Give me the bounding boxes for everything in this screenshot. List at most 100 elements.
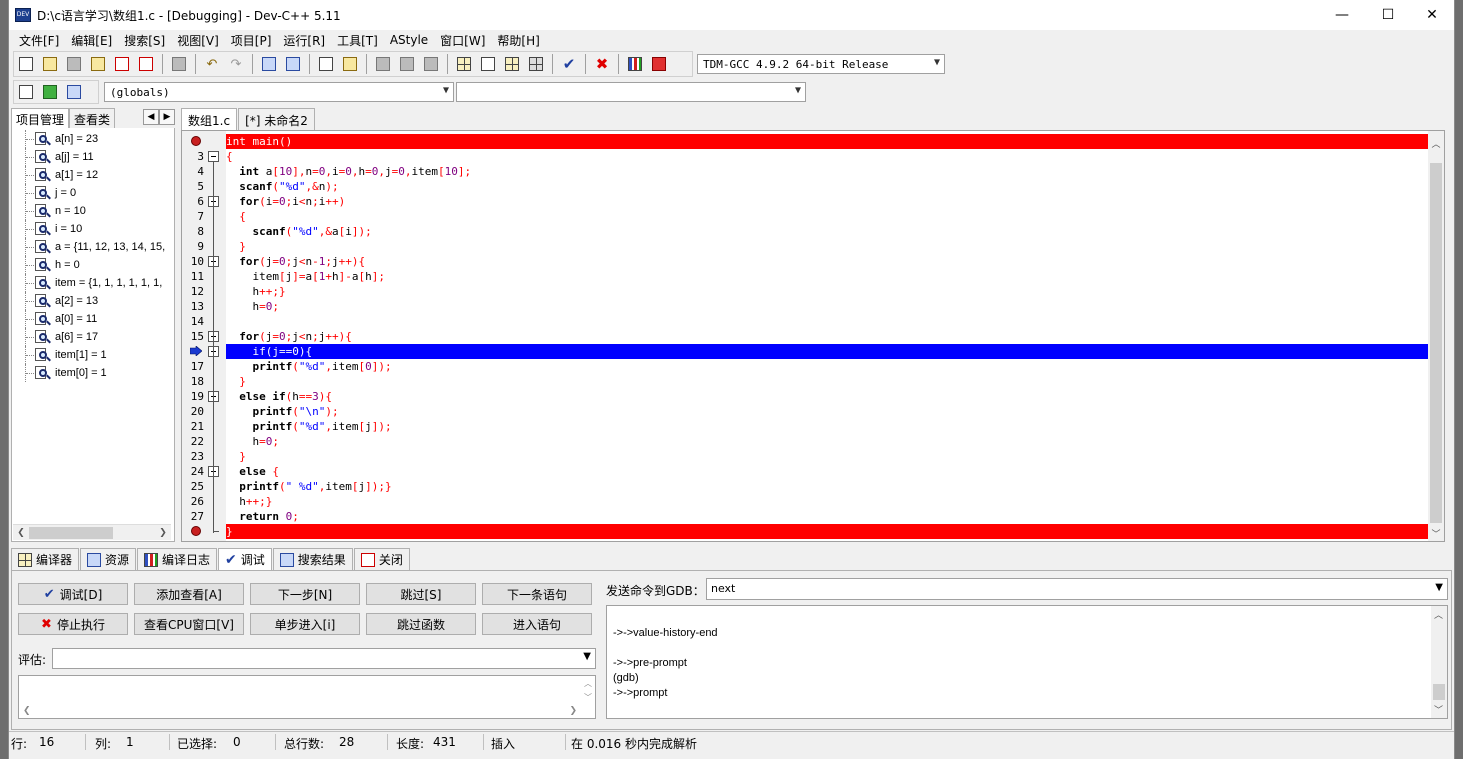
watch-item[interactable]: item[1] = 1 <box>13 346 171 364</box>
scope-select[interactable]: (globals) ▼ <box>104 82 454 102</box>
skip-function-button[interactable]: 跳过函数 <box>366 613 476 635</box>
tab-scroll-right-button[interactable]: ▶ <box>159 109 175 125</box>
code-line[interactable]: printf("\n"); <box>226 404 1428 419</box>
remove-from-project-button[interactable] <box>396 53 418 75</box>
step-into-instruction-button[interactable]: 进入语句 <box>482 613 592 635</box>
next-step-button[interactable]: 下一步[N] <box>250 583 360 605</box>
code-line[interactable]: h=0; <box>226 434 1428 449</box>
code-line[interactable]: } <box>226 524 1428 539</box>
watch-item[interactable]: a = {11, 12, 13, 14, 15, <box>13 238 171 256</box>
watch-item[interactable]: j = 0 <box>13 184 171 202</box>
tab-compiler[interactable]: 编译器 <box>11 548 80 570</box>
gdb-output-scrollbar[interactable]: ︿ ﹀ <box>1431 606 1447 718</box>
code-line[interactable]: } <box>226 449 1428 464</box>
scroll-thumb[interactable] <box>1430 163 1442 523</box>
scroll-down-arrow-icon[interactable]: ﹀ <box>1428 525 1444 541</box>
menu-search[interactable]: 搜索[S] <box>118 32 171 49</box>
code-line[interactable]: for(i=0;i<n;i++) <box>226 194 1428 209</box>
code-line[interactable]: printf("%d",item[0]); <box>226 359 1428 374</box>
step-into-button[interactable]: 单步进入[i] <box>250 613 360 635</box>
code-line[interactable]: h++;} <box>226 494 1428 509</box>
menu-project[interactable]: 项目[P] <box>225 32 278 49</box>
code-line[interactable]: h=0; <box>226 299 1428 314</box>
watch-item[interactable]: n = 10 <box>13 202 171 220</box>
menu-run[interactable]: 运行[R] <box>277 32 331 49</box>
menu-edit[interactable]: 编辑[E] <box>65 32 118 49</box>
run-button[interactable] <box>477 53 499 75</box>
scroll-up-arrow-icon[interactable]: ︿ <box>1428 135 1444 151</box>
code-line[interactable]: } <box>226 239 1428 254</box>
code-line[interactable]: printf("%d",item[j]); <box>226 419 1428 434</box>
code-line[interactable]: for(j=0;j<n-1;j++){ <box>226 254 1428 269</box>
code-line[interactable]: { <box>226 209 1428 224</box>
scroll-thumb[interactable] <box>1433 684 1445 700</box>
tab-compile-log[interactable]: 编译日志 <box>137 548 218 570</box>
breakpoint-icon[interactable] <box>191 526 201 536</box>
save-all-button[interactable] <box>87 53 109 75</box>
insert-button[interactable] <box>15 81 37 103</box>
tab-search-results[interactable]: 搜索结果 <box>272 548 353 570</box>
save-button[interactable] <box>63 53 85 75</box>
code-line[interactable]: { <box>226 149 1428 164</box>
tab-resources[interactable]: 资源 <box>80 548 137 570</box>
code-line[interactable]: scanf("%d",&a[i]); <box>226 224 1428 239</box>
syntax-check-button[interactable]: ✔ <box>558 53 580 75</box>
rebuild-all-button[interactable] <box>525 53 547 75</box>
replace-button[interactable] <box>282 53 304 75</box>
menu-view[interactable]: 视图[V] <box>171 32 225 49</box>
code-line[interactable] <box>226 314 1428 329</box>
watch-item[interactable]: a[0] = 11 <box>13 310 171 328</box>
open-file-button[interactable] <box>39 53 61 75</box>
continue-button[interactable]: 跳过[S] <box>366 583 476 605</box>
fold-toggle-icon[interactable] <box>208 151 219 162</box>
minimize-button[interactable]: — <box>1319 0 1365 30</box>
stop-execution-button[interactable]: ✖ <box>591 53 613 75</box>
project-options-button[interactable] <box>420 53 442 75</box>
gdb-command-input[interactable]: next ▼ <box>706 578 1448 600</box>
scroll-up-arrow-icon[interactable]: ︿ <box>584 678 592 689</box>
tab-scroll-left-button[interactable]: ◀ <box>143 109 159 125</box>
code-line[interactable]: printf(" %d",item[j]);} <box>226 479 1428 494</box>
add-to-project-button[interactable] <box>372 53 394 75</box>
menu-window[interactable]: 窗口[W] <box>434 32 491 49</box>
profile-button[interactable] <box>624 53 646 75</box>
compiler-select[interactable]: TDM-GCC 4.9.2 64-bit Release ▼ <box>697 54 945 74</box>
tab-close[interactable]: 关闭 <box>353 548 410 570</box>
evaluate-input[interactable]: ▼ <box>52 648 596 669</box>
tab-file-array1[interactable]: 数组1.c <box>181 108 238 130</box>
toggle-bookmark-button[interactable] <box>39 81 61 103</box>
watch-item[interactable]: item = {1, 1, 1, 1, 1, 1, <box>13 274 171 292</box>
code-line[interactable]: scanf("%d",&n); <box>226 179 1428 194</box>
undo-button[interactable]: ↶ <box>201 53 223 75</box>
code-line[interactable]: h++;} <box>226 284 1428 299</box>
redo-button[interactable]: ↷ <box>225 53 247 75</box>
scroll-left-arrow-icon[interactable]: ❮ <box>23 706 31 716</box>
indent-button[interactable] <box>339 53 361 75</box>
watch-item[interactable]: a[2] = 13 <box>13 292 171 310</box>
debug-button[interactable]: ✔ 调试[D] <box>18 583 128 605</box>
scroll-down-arrow-icon[interactable]: ﹀ <box>1434 703 1443 716</box>
function-select[interactable]: ▼ <box>456 82 806 102</box>
editor-vertical-scrollbar[interactable]: ︿ ﹀ <box>1428 131 1444 541</box>
watch-item[interactable]: a[n] = 23 <box>13 130 171 148</box>
code-line[interactable]: if(j==0){ <box>226 344 1428 359</box>
scroll-right-arrow-icon[interactable]: ❯ <box>569 706 577 716</box>
close-window-button[interactable]: ✕ <box>1409 0 1455 30</box>
scroll-left-arrow-icon[interactable]: ❮ <box>13 525 29 541</box>
tab-debug[interactable]: ✔ 调试 <box>218 548 272 570</box>
menu-help[interactable]: 帮助[H] <box>491 32 545 49</box>
menu-tools[interactable]: 工具[T] <box>331 32 384 49</box>
watch-item[interactable]: i = 10 <box>13 220 171 238</box>
code-area[interactable]: int main(){ int a[10],n=0,i=0,h=0,j=0,it… <box>226 131 1428 541</box>
close-file-button[interactable] <box>111 53 133 75</box>
tab-file-untitled2[interactable]: [*] 未命名2 <box>238 108 315 130</box>
code-line[interactable]: return 0; <box>226 509 1428 524</box>
goto-bookmark-button[interactable] <box>63 81 85 103</box>
add-watch-button[interactable]: 添加查看[A] <box>134 583 244 605</box>
code-line[interactable]: item[j]=a[1+h]-a[h]; <box>226 269 1428 284</box>
tab-project-manager[interactable]: 项目管理 <box>11 108 70 128</box>
watch-item[interactable]: a[6] = 17 <box>13 328 171 346</box>
watch-item[interactable]: h = 0 <box>13 256 171 274</box>
print-button[interactable] <box>168 53 190 75</box>
menu-astyle[interactable]: AStyle <box>384 33 434 47</box>
